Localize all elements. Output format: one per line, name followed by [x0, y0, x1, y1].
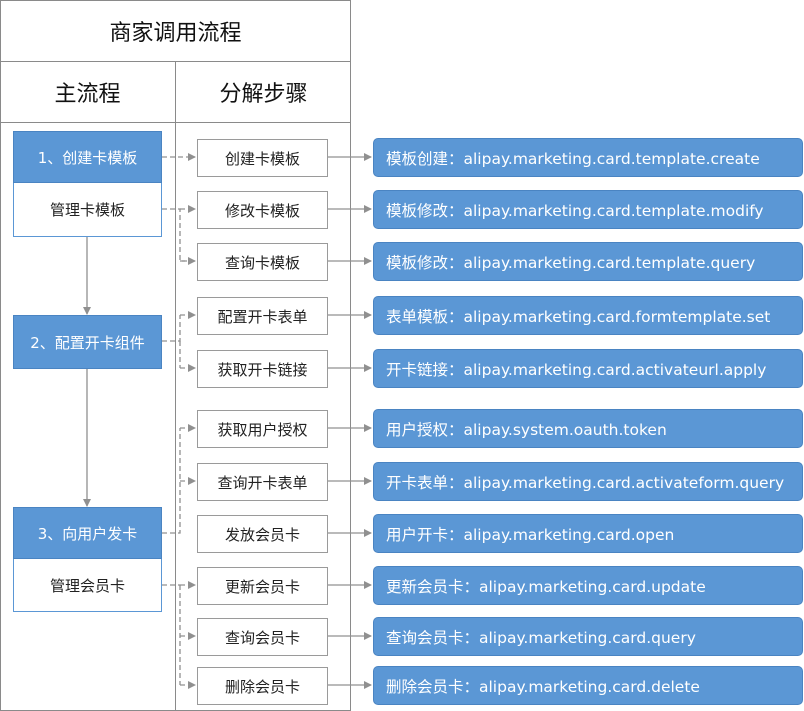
main-step-1-box: 1、创建卡模板 — [13, 131, 162, 183]
step-box: 获取开卡链接 — [197, 350, 328, 388]
step-box: 获取用户授权 — [197, 410, 328, 448]
main-step-1-sub-box: 管理卡模板 — [13, 183, 162, 237]
main-step-3-sub-box: 管理会员卡 — [13, 559, 162, 612]
step-box: 配置开卡表单 — [197, 297, 328, 335]
api-box: 开卡链接：alipay.marketing.card.activateurl.a… — [373, 349, 803, 388]
api-box: 查询会员卡：alipay.marketing.card.query — [373, 617, 803, 656]
step-box: 查询会员卡 — [197, 618, 328, 656]
main-step-2-box: 2、配置开卡组件 — [13, 315, 162, 369]
step-box: 更新会员卡 — [197, 567, 328, 605]
api-box: 开卡表单：alipay.marketing.card.activateform.… — [373, 462, 803, 501]
api-box: 模板创建：alipay.marketing.card.template.crea… — [373, 138, 803, 177]
step-box: 创建卡模板 — [197, 139, 328, 177]
api-box: 模板修改：alipay.marketing.card.template.modi… — [373, 190, 803, 229]
api-box: 删除会员卡：alipay.marketing.card.delete — [373, 666, 803, 705]
api-box: 模板修改：alipay.marketing.card.template.quer… — [373, 242, 803, 281]
step-box: 修改卡模板 — [197, 191, 328, 229]
api-box: 表单模板：alipay.marketing.card.formtemplate.… — [373, 296, 803, 335]
step-box: 删除会员卡 — [197, 667, 328, 705]
main-step-3-box: 3、向用户发卡 — [13, 507, 162, 559]
step-box: 发放会员卡 — [197, 515, 328, 553]
api-box: 用户授权：alipay.system.oauth.token — [373, 409, 803, 448]
step-box: 查询卡模板 — [197, 243, 328, 281]
api-box: 用户开卡：alipay.marketing.card.open — [373, 514, 803, 553]
step-box: 查询开卡表单 — [197, 463, 328, 501]
api-box: 更新会员卡：alipay.marketing.card.update — [373, 566, 803, 605]
